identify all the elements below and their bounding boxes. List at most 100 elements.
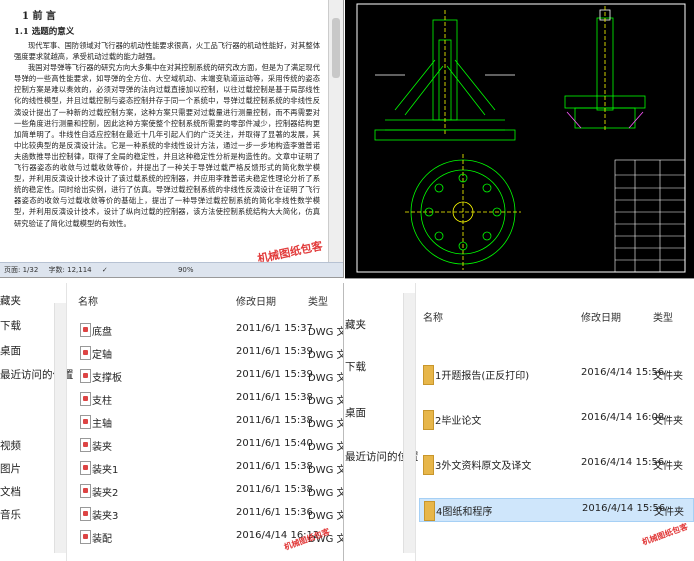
file-type: 文件夹: [654, 507, 684, 518]
file-row[interactable]: 底盘 2011/6/1 15:37 DWG 文: [70, 319, 343, 341]
word-count: 字数: 12,114: [48, 266, 92, 274]
scrollbar-thumb[interactable]: [332, 18, 340, 78]
modified-date: 2011/6/1 15:37: [236, 323, 313, 334]
file-explorer-drawings: 藏夹 下载 桌面 最近访问的位置 视频 图片 文档 音乐 名称 修改日期 类型 …: [0, 283, 344, 561]
file-name: 支柱: [92, 396, 112, 407]
modified-date: 2011/6/1 15:36: [236, 507, 313, 518]
file-type: 文件夹: [653, 416, 683, 427]
file-row[interactable]: 定轴 2011/6/1 15:39 DWG 文: [70, 342, 343, 364]
nav-item-pictures[interactable]: 图片: [0, 461, 21, 476]
paragraph-2: 我国对导弹等飞行器的研究方向大多集中在对其控制系统的研究改方面，但是为了满足现代…: [14, 63, 320, 228]
file-name: 3外文资料原文及译文: [435, 461, 532, 472]
file-name: 2毕业论文: [435, 416, 482, 427]
nav-item-downloads[interactable]: 下载: [0, 318, 21, 333]
file-row[interactable]: 装夹 2011/6/1 15:40 DWG 文: [70, 434, 343, 456]
dwg-file-icon: [80, 530, 91, 544]
file-type: DWG 文: [308, 465, 344, 476]
file-type: DWG 文: [308, 327, 344, 338]
nav-item-favorites[interactable]: 藏夹: [0, 293, 21, 308]
nav-item-downloads[interactable]: 下载: [345, 359, 366, 374]
document-scrollbar[interactable]: [328, 0, 343, 262]
paragraph-1: 现代军事、国防领域对飞行器的机动性能要求很高，火工品飞行器的机动性能好，对其整体…: [14, 41, 320, 62]
dwg-file-icon: [80, 392, 91, 406]
column-header-type[interactable]: 类型: [308, 293, 328, 308]
file-name: 支撑板: [92, 373, 122, 384]
dwg-file-icon: [80, 369, 91, 383]
title-block: [614, 159, 686, 273]
file-row[interactable]: 支撑板 2011/6/1 15:39 DWG 文: [70, 365, 343, 387]
modified-date: 2011/6/1 15:40: [236, 438, 313, 449]
dwg-file-icon: [80, 461, 91, 475]
file-name: 底盘: [92, 327, 112, 338]
file-type: DWG 文: [308, 442, 344, 453]
side-view: [564, 6, 646, 132]
modified-date: 2011/6/1 15:38: [236, 415, 313, 426]
file-name: 装夹1: [92, 465, 119, 476]
file-type: DWG 文: [308, 419, 344, 430]
file-name: 定轴: [92, 350, 112, 361]
modified-date: 2011/6/1 15:38: [236, 461, 313, 472]
zoom-level[interactable]: 90%: [178, 266, 194, 274]
nav-item-music[interactable]: 音乐: [0, 507, 21, 522]
folder-icon: [423, 455, 434, 475]
column-header-name[interactable]: 名称: [78, 293, 98, 308]
dwg-file-icon: [80, 484, 91, 498]
folder-row[interactable]: 3外文资料原文及译文 2016/4/14 15:56 文件夹: [419, 453, 694, 475]
navigation-pane: 藏夹 下载 桌面 最近访问的位置: [345, 283, 419, 561]
nav-item-desktop[interactable]: 桌面: [0, 343, 21, 358]
nav-scrollbar[interactable]: [403, 293, 415, 553]
file-type: DWG 文: [308, 488, 344, 499]
folder-icon: [423, 365, 434, 385]
file-row[interactable]: 装夹3 2011/6/1 15:36 DWG 文: [70, 503, 343, 525]
dwg-file-icon: [80, 507, 91, 521]
nav-item-videos[interactable]: 视频: [0, 438, 21, 453]
column-header-type[interactable]: 类型: [653, 309, 673, 324]
document-page[interactable]: 1 前 言 1.1 选题的意义 现代军事、国防领域对飞行器的机动性能要求很高，火…: [4, 0, 326, 262]
file-type: DWG 文: [308, 350, 344, 361]
file-name: 装夹3: [92, 511, 119, 522]
folder-row[interactable]: 2毕业论文 2016/4/14 16:08 文件夹: [419, 408, 694, 430]
spell-check-icon[interactable]: ✓: [102, 266, 108, 274]
file-type: DWG 文: [308, 396, 344, 407]
status-bar: 页面: 1/32 字数: 12,114 ✓ 90%: [0, 262, 343, 277]
dwg-file-icon: [80, 346, 91, 360]
file-explorer-folders: 藏夹 下载 桌面 最近访问的位置 名称 修改日期 类型 1开题报告(正反打印) 2…: [345, 283, 694, 561]
nav-scrollbar[interactable]: [54, 303, 66, 553]
modified-date: 2016/4/14 15:56: [581, 367, 665, 378]
file-row[interactable]: 支柱 2011/6/1 15:38 DWG 文: [70, 388, 343, 410]
modified-date: 2016/4/14 16:08: [581, 412, 665, 423]
file-type: 文件夹: [653, 461, 683, 472]
word-document-window: 1 前 言 1.1 选题的意义 现代军事、国防领域对飞行器的机动性能要求很高，火…: [0, 0, 344, 278]
file-name: 装配: [92, 534, 112, 545]
watermark-stamp: 机械图纸包客: [640, 522, 690, 547]
chapter-heading: 1 前 言: [22, 11, 56, 22]
page-count: 页面: 1/32: [4, 266, 39, 274]
cad-drawing: [356, 3, 686, 273]
file-name: 4图纸和程序: [436, 507, 493, 518]
file-row[interactable]: 装夹2 2011/6/1 15:38 DWG 文: [70, 480, 343, 502]
nav-item-desktop[interactable]: 桌面: [345, 405, 366, 420]
section-heading: 1.1 选题的意义: [14, 27, 75, 37]
file-row[interactable]: 装夹1 2011/6/1 15:38 DWG 文: [70, 457, 343, 479]
modified-date: 2011/6/1 15:39: [236, 346, 313, 357]
modified-date: 2011/6/1 15:38: [236, 484, 313, 495]
file-row[interactable]: 主轴 2011/6/1 15:38 DWG 文: [70, 411, 343, 433]
folder-icon: [423, 410, 434, 430]
folder-row[interactable]: 4图纸和程序 2016/4/14 15:56 文件夹: [419, 498, 694, 522]
file-type: DWG 文: [308, 511, 344, 522]
cad-drawing-window[interactable]: [345, 0, 694, 279]
nav-item-documents[interactable]: 文档: [0, 484, 21, 499]
dwg-file-icon: [80, 323, 91, 337]
dwg-file-icon: [80, 438, 91, 452]
file-name: 主轴: [92, 419, 112, 430]
column-header-date[interactable]: 修改日期: [581, 309, 621, 324]
nav-item-favorites[interactable]: 藏夹: [345, 317, 366, 332]
modified-date: 2016/4/14 15:56: [582, 503, 666, 514]
file-type: DWG 文: [308, 373, 344, 384]
column-header-name[interactable]: 名称: [423, 309, 443, 324]
folder-row[interactable]: 1开题报告(正反打印) 2016/4/14 15:56 文件夹: [419, 363, 694, 385]
file-name: 1开题报告(正反打印): [435, 371, 530, 382]
column-header-date[interactable]: 修改日期: [236, 293, 276, 308]
modified-date: 2016/4/14 15:56: [581, 457, 665, 468]
top-view-circle: [405, 154, 521, 270]
